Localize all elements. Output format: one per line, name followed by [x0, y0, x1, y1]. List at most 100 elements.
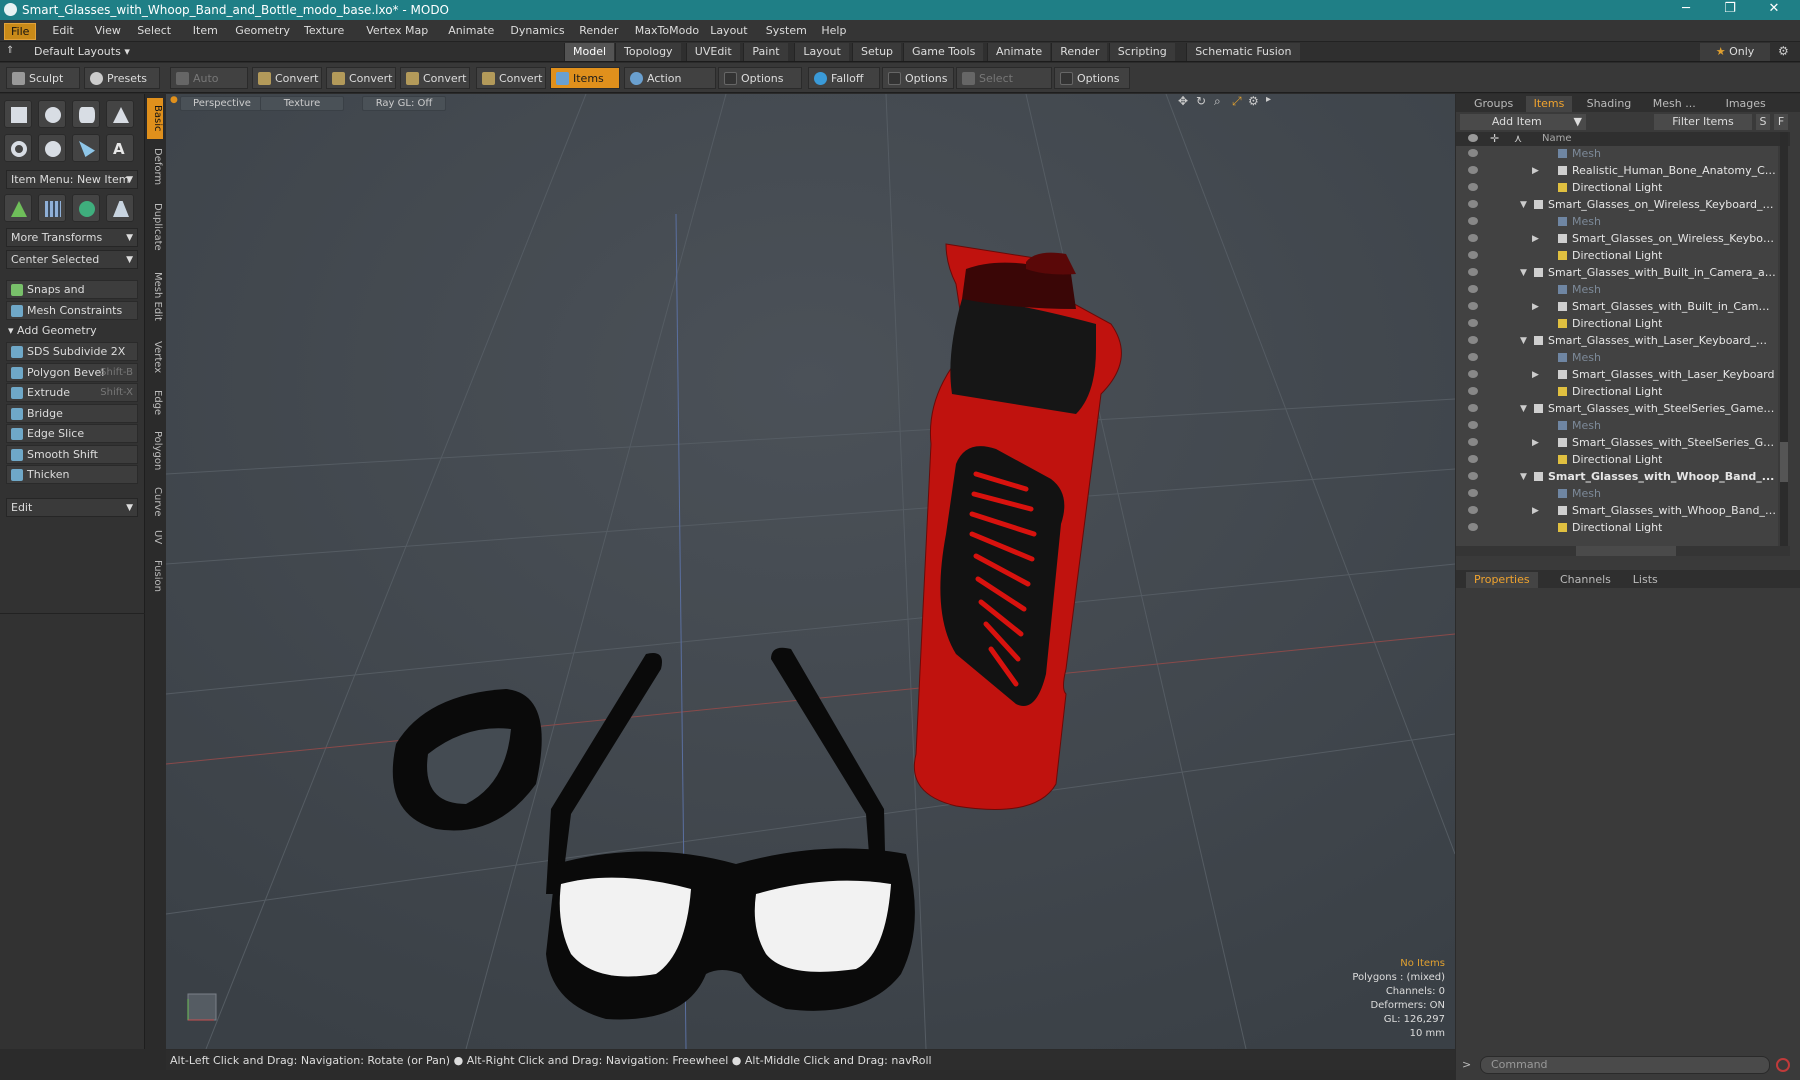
scale-button[interactable]: [106, 194, 134, 222]
tab-lists[interactable]: Lists: [1625, 572, 1666, 588]
rotate-view-icon[interactable]: ↻: [1196, 94, 1206, 108]
menu-render[interactable]: Render: [573, 23, 624, 40]
items-mode-button[interactable]: Items: [550, 67, 620, 89]
tree-group-item[interactable]: ▼ Smart_Glasses_with_Built_in_Camera_and …: [1456, 265, 1778, 282]
tree-group-item[interactable]: ▶Smart_Glasses_with_SteelSeries_Gamep ..…: [1456, 435, 1778, 452]
eye-icon[interactable]: [1468, 455, 1478, 463]
eye-icon[interactable]: [1468, 183, 1478, 191]
eye-icon[interactable]: [1468, 506, 1478, 514]
convert-vertices-button[interactable]: Convert: [252, 67, 322, 89]
items-scrollbar[interactable]: [1780, 132, 1788, 546]
tab-animate[interactable]: Animate: [987, 43, 1051, 61]
menu-file[interactable]: File: [4, 23, 37, 40]
options-button-1[interactable]: Options: [718, 67, 802, 89]
tab-mesh[interactable]: Mesh ...: [1645, 96, 1704, 112]
tree-mesh-item[interactable]: Mesh: [1456, 350, 1778, 367]
menu-vertex-map[interactable]: Vertex Map: [360, 23, 434, 40]
tree-group-item[interactable]: ▼ Smart_Glasses_with_Whoop_Band_...: [1456, 469, 1778, 486]
tab-render[interactable]: Render: [1051, 43, 1108, 61]
tab-images[interactable]: Images: [1718, 96, 1774, 112]
expand-arrow-icon[interactable]: ▶: [1532, 435, 1539, 451]
eye-icon[interactable]: [1468, 387, 1478, 395]
tool-sds-subdivide-2x[interactable]: SDS Subdivide 2X: [6, 342, 138, 361]
side-tab-edge[interactable]: Edge: [147, 385, 163, 420]
tab-items[interactable]: Items: [1525, 96, 1573, 112]
tree-group-item[interactable]: ▶Smart_Glasses_with_Built_in_Camera_a ..…: [1456, 299, 1778, 316]
menu-help[interactable]: Help: [815, 23, 852, 40]
layout-up-icon[interactable]: ⇑: [6, 45, 18, 57]
item-menu-dropdown[interactable]: Item Menu: New Item ▼: [6, 170, 138, 189]
maximize-button[interactable]: ❐: [1710, 1, 1750, 19]
expand-arrow-icon[interactable]: ▶: [1532, 503, 1539, 519]
tab-setup[interactable]: Setup: [852, 43, 902, 61]
side-tab-vertex[interactable]: Vertex: [147, 334, 163, 381]
expand-arrow-icon[interactable]: ▶: [1532, 367, 1539, 383]
cube-primitive-button[interactable]: [4, 100, 32, 128]
s-toggle[interactable]: S: [1756, 114, 1770, 130]
tree-mesh-item[interactable]: Mesh: [1456, 418, 1778, 435]
convert-items-button[interactable]: Convert: [476, 67, 546, 89]
name-column-header[interactable]: Name: [1542, 133, 1572, 144]
tool-smooth-shift[interactable]: Smooth Shift: [6, 444, 138, 464]
menu-animate[interactable]: Animate: [442, 23, 500, 40]
menu-texture[interactable]: Texture: [298, 23, 350, 40]
pen-tool-button[interactable]: [72, 134, 100, 162]
eye-icon[interactable]: [1468, 302, 1478, 310]
tool-polygon-bevel[interactable]: Polygon Bevel Shift-B: [6, 362, 138, 382]
record-icon[interactable]: [1776, 1058, 1790, 1072]
cylinder-primitive-button[interactable]: [72, 100, 100, 128]
mesh-constraints-button[interactable]: Mesh Constraints: [6, 301, 138, 320]
side-tab-curve[interactable]: Curve: [147, 481, 163, 522]
items-hscrollbar[interactable]: [1456, 546, 1790, 556]
eye-icon[interactable]: [1468, 404, 1478, 412]
transform-button[interactable]: [4, 194, 32, 222]
menu-geometry[interactable]: Geometry: [229, 23, 296, 40]
side-tab-duplicate[interactable]: Duplicate: [147, 194, 163, 260]
tab-channels[interactable]: Channels: [1552, 572, 1619, 588]
tab-game-tools[interactable]: Game Tools: [903, 43, 984, 61]
menu-edit[interactable]: Edit: [46, 23, 79, 40]
eye-icon[interactable]: [1468, 336, 1478, 344]
tab-groups[interactable]: Groups: [1466, 96, 1521, 112]
tree-group-item[interactable]: ▶Realistic_Human_Bone_Anatomy_Cross ...: [1456, 163, 1778, 180]
tab-paint[interactable]: Paint: [743, 43, 788, 61]
capsule-primitive-button[interactable]: [38, 134, 66, 162]
options-button-2[interactable]: Options: [882, 67, 954, 89]
add-geometry-header[interactable]: ▾ Add Geometry: [8, 324, 97, 337]
menu-maxtomodo[interactable]: MaxToModo: [629, 23, 705, 40]
add-item-dropdown[interactable]: Add Item ▼: [1460, 114, 1586, 130]
menu-dynamics[interactable]: Dynamics: [504, 23, 570, 40]
eye-icon[interactable]: [1468, 251, 1478, 259]
only-toggle[interactable]: ★ Only: [1700, 43, 1770, 61]
menu-view[interactable]: View: [89, 23, 127, 40]
eye-icon[interactable]: [1468, 319, 1478, 327]
select-through-button[interactable]: Select Through: [956, 67, 1052, 106]
eye-icon[interactable]: [1468, 149, 1478, 157]
tree-group-item[interactable]: ▼ Smart_Glasses_with_Laser_Keyboard_mod..…: [1456, 333, 1778, 350]
eye-icon[interactable]: [1468, 353, 1478, 361]
edit-dropdown[interactable]: Edit ▼: [6, 498, 138, 517]
tree-mesh-item[interactable]: Mesh: [1456, 146, 1778, 163]
tree-light-item[interactable]: Directional Light: [1456, 384, 1778, 401]
texture-button[interactable]: Texture: [260, 96, 344, 111]
convert-edges-button[interactable]: Convert: [326, 67, 396, 89]
viewport-expand-icon[interactable]: ▸: [1266, 94, 1271, 105]
gear-icon[interactable]: ⚙: [1778, 44, 1789, 58]
sculpt-button[interactable]: Sculpt: [6, 67, 80, 89]
eye-icon[interactable]: [1468, 472, 1478, 480]
tool-edge-slice[interactable]: Edge Slice: [6, 424, 138, 443]
collapse-arrow-icon[interactable]: ▼: [1520, 401, 1527, 417]
side-tab-basic[interactable]: Basic: [147, 98, 163, 139]
more-transforms-dropdown[interactable]: More Transforms ▼: [6, 228, 138, 247]
expand-arrow-icon[interactable]: ▶: [1532, 299, 1539, 315]
eye-icon[interactable]: [1468, 523, 1478, 531]
perspective-button[interactable]: Perspective: [180, 96, 264, 111]
side-tab-mesh-edit[interactable]: Mesh Edit: [147, 264, 163, 330]
tree-light-item[interactable]: Directional Light: [1456, 520, 1778, 537]
tab-shading[interactable]: Shading: [1579, 96, 1640, 112]
presets-button[interactable]: Presets F6: [84, 67, 160, 106]
tab-scripting[interactable]: Scripting: [1108, 43, 1175, 61]
convert-polygons-button[interactable]: Convert: [400, 67, 470, 89]
minimize-button[interactable]: ─: [1666, 1, 1706, 19]
viewport-settings-icon[interactable]: ⚙: [1248, 94, 1259, 108]
